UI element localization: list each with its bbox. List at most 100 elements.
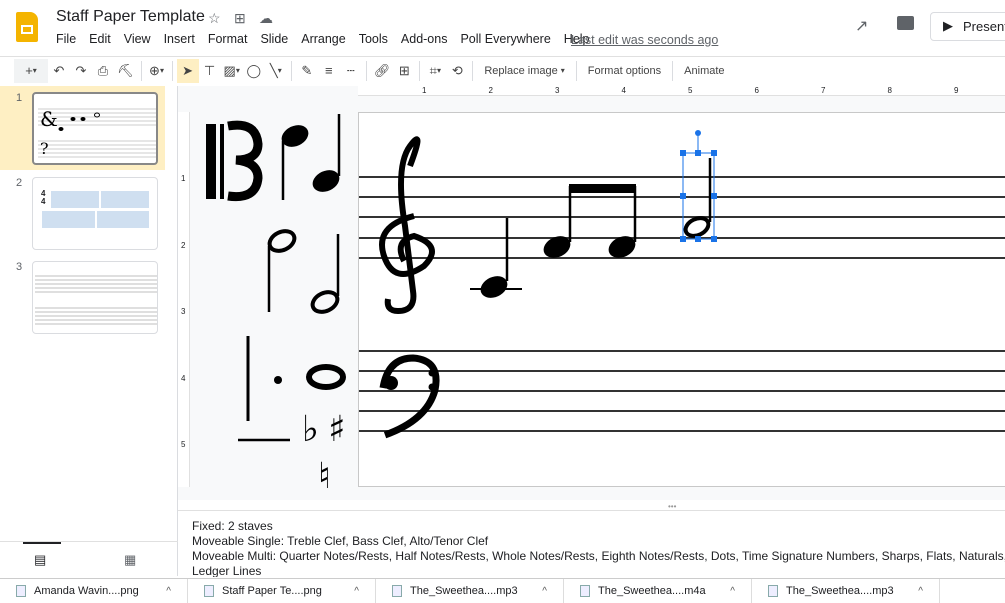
replace-image-button[interactable]: Replace image ▾ [477,59,571,83]
menu-slide[interactable]: Slide [260,32,288,46]
svg-text:?: ? [40,139,49,158]
print-icon[interactable]: ⎙ [92,59,114,83]
quarter-note-ledger[interactable] [470,218,522,302]
half-note[interactable] [309,234,340,316]
reset-image-icon[interactable]: ⟲ [446,59,468,83]
menu-insert[interactable]: Insert [164,32,195,46]
speaker-notes[interactable]: Fixed: 2 staves Moveable Single: Treble … [178,510,1005,577]
ruler-label: 8 [887,86,892,95]
whole-note[interactable] [306,364,346,390]
cloud-saved-icon[interactable]: ☁ [259,10,273,27]
filmstrip-view-icon[interactable]: ▤ [34,552,46,568]
file-icon [16,585,26,597]
chevron-up-icon[interactable]: ^ [730,586,735,597]
notes-resize-handle[interactable]: ••• [668,502,676,511]
ruler-label: 4 [621,86,626,95]
download-item[interactable]: The_Sweethea....mp3 ^ [376,579,564,603]
toolbar: + ▾ ↶ ↷ ⎙ ⛏ ⊕ ▾ ➤ ⊤ ▨ ▾ ◯ ╲ ▾ ✎ ≡ ┄ 🔗︎ ⊞ ⌗… [0,56,1005,84]
menu-bar: File Edit View Insert Format Slide Arran… [56,32,603,46]
redo-icon[interactable]: ↷ [70,59,92,83]
view-switcher: ▤ ▦ [0,541,178,576]
ruler-label: 7 [821,86,826,95]
add-comment-icon[interactable]: ⊞ [393,59,415,83]
ruler-label: 5 [688,86,693,95]
download-item[interactable]: Amanda Wavin....png ^ [0,579,188,603]
animate-button[interactable]: Animate [677,59,731,83]
slide-filmstrip: 1 & ? 2 44 3 [0,86,178,576]
bass-clef[interactable] [379,354,440,439]
present-button[interactable]: ▶ Present [930,12,1005,41]
slides-logo[interactable] [16,12,38,42]
border-color-icon[interactable]: ✎ [296,59,318,83]
line-icon[interactable]: ╲ ▾ [265,59,287,83]
ruler-label: 3 [555,86,560,95]
menu-file[interactable]: File [56,32,76,46]
ruler-label: 2 [488,86,493,95]
shape-icon[interactable]: ◯ [243,59,265,83]
chevron-up-icon[interactable]: ^ [354,586,359,597]
grid-view-icon[interactable]: ▦ [124,552,136,568]
download-item[interactable]: The_Sweethea....m4a ^ [564,579,752,603]
star-icon[interactable]: ☆ [208,10,221,27]
menu-addons[interactable]: Add-ons [401,32,448,46]
format-options-button[interactable]: Format options [581,59,668,83]
crop-icon[interactable]: ⌗ ▾ [424,59,446,83]
chevron-up-icon[interactable]: ^ [166,586,171,597]
border-weight-icon[interactable]: ≡ [318,59,340,83]
svg-text:&: & [40,107,58,131]
thumbnail-preview [35,275,157,325]
select-icon[interactable]: ➤ [176,58,199,83]
activity-trend-icon[interactable]: ↗ [855,16,868,36]
document-title[interactable]: Staff Paper Template [56,8,205,26]
alto-clef[interactable] [206,120,263,202]
move-to-folder-icon[interactable]: ⊞ [234,10,246,27]
quarter-note[interactable] [309,114,343,196]
paint-format-icon[interactable]: ⛏ [114,59,137,83]
half-note-selected[interactable] [683,158,712,239]
beamed-eighth-notes[interactable] [540,184,639,262]
border-dash-icon[interactable]: ┄ [340,59,362,83]
menu-tools[interactable]: Tools [359,32,388,46]
file-icon [204,585,214,597]
last-edit-link[interactable]: Last edit was seconds ago [571,33,718,47]
menu-edit[interactable]: Edit [89,32,111,46]
quarter-rest-bar[interactable] [238,336,290,442]
thumbnail-preview: & ? [38,107,156,158]
slide-thumbnail-3[interactable]: 3 [0,255,165,339]
text-box-icon[interactable]: ⊤ [199,59,221,83]
ruler-label: 1 [422,86,427,95]
downloads-bar: Amanda Wavin....png ^ Staff Paper Te....p… [0,578,1005,603]
chevron-up-icon[interactable]: ^ [542,586,547,597]
treble-clef[interactable] [379,136,435,315]
natural-symbol[interactable]: ♮ [318,456,331,497]
rotate-handle [695,130,701,136]
audio-file-icon [768,585,778,597]
menu-view[interactable]: View [124,32,151,46]
new-slide-button[interactable]: + ▾ [14,58,48,83]
zoom-icon[interactable]: ⊕ ▾ [146,59,168,83]
image-icon[interactable]: ▨ ▾ [221,59,243,83]
comments-icon[interactable] [897,16,914,30]
menu-format[interactable]: Format [208,32,248,46]
sharp-symbol[interactable]: ♯ [328,409,345,450]
quarter-note[interactable] [278,121,312,200]
half-note[interactable] [266,227,297,312]
flat-symbol[interactable]: ♭ [302,409,319,450]
audio-file-icon [392,585,402,597]
ruler-label: 9 [954,86,959,95]
slide-thumbnail-2[interactable]: 2 44 [0,171,165,255]
menu-arrange[interactable]: Arrange [301,32,345,46]
slide-thumbnail-1[interactable]: 1 & ? [0,86,165,170]
chevron-up-icon[interactable]: ^ [918,586,923,597]
audio-file-icon [580,585,590,597]
horizontal-ruler[interactable]: 1 2 3 4 5 6 7 8 9 [358,86,1005,96]
slide-content: ♭ ♯ ♮ [206,114,1005,497]
ruler-label: 6 [754,86,759,95]
undo-icon[interactable]: ↶ [48,59,70,83]
play-icon: ▶ [943,18,953,33]
download-item[interactable]: Staff Paper Te....png ^ [188,579,376,603]
menu-poll-everywhere[interactable]: Poll Everywhere [460,32,550,46]
download-item[interactable]: The_Sweethea....mp3 ^ [752,579,940,603]
time-signature-icon: 44 [41,189,46,206]
link-icon[interactable]: 🔗︎ [371,59,394,83]
